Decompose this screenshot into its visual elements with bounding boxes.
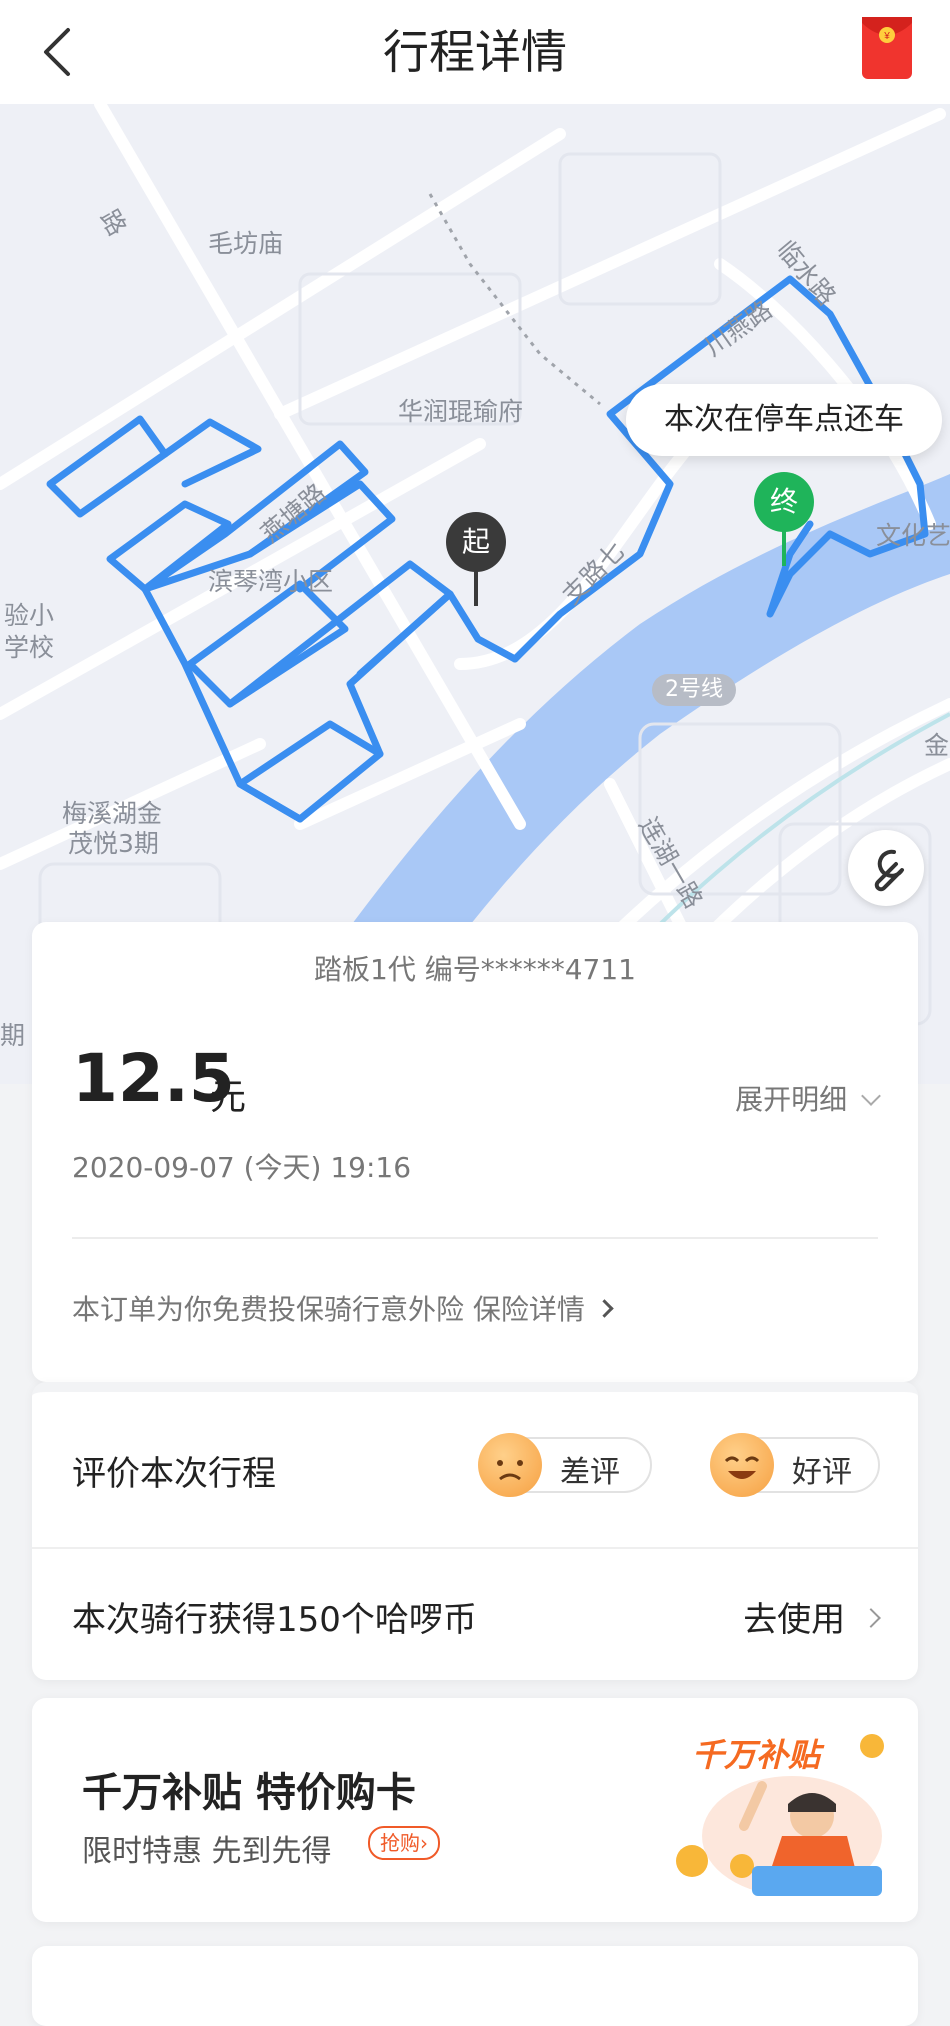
expand-details-label: 展开明细 bbox=[735, 1083, 848, 1116]
chevron-right-icon bbox=[861, 1608, 881, 1628]
bad-rating-label: 差评 bbox=[560, 1455, 620, 1490]
map-label-meixi-2: 茂悦3期 bbox=[68, 829, 159, 858]
use-coins-label: 去使用 bbox=[743, 1600, 846, 1640]
price-unit: 元 bbox=[210, 1077, 247, 1118]
map-label-qi: 期 bbox=[0, 1021, 26, 1050]
trip-summary-card: 踏板1代 编号******4711 12.5 元 展开明细 2020-09-07… bbox=[32, 922, 918, 1382]
buy-now-label: 抢购 bbox=[380, 1831, 420, 1855]
expand-details-link[interactable]: 展开明细 bbox=[735, 1078, 881, 1118]
red-packet-icon[interactable]: ¥ bbox=[862, 17, 912, 79]
promo-art-title: 千万补贴 bbox=[692, 1736, 821, 1774]
good-rating-button[interactable]: 好评 bbox=[710, 1433, 880, 1497]
divider bbox=[72, 1237, 878, 1239]
wrench-button[interactable] bbox=[848, 830, 924, 906]
start-pin: 起 bbox=[446, 512, 506, 572]
map-label-xuexiao: 学校 bbox=[4, 633, 55, 662]
divider bbox=[32, 1547, 918, 1549]
happy-face-icon bbox=[710, 1433, 774, 1497]
buy-now-badge[interactable]: 抢购› bbox=[368, 1826, 440, 1860]
wrench-icon bbox=[874, 849, 904, 892]
return-callout: 本次在停车点还车 bbox=[626, 384, 942, 456]
chevron-down-icon bbox=[861, 1086, 881, 1106]
map-label-huarun: 华润琨瑜府 bbox=[398, 397, 524, 426]
next-card bbox=[32, 1946, 918, 2026]
footpath bbox=[428, 193, 601, 406]
promo-title: 千万补贴 特价购卡 bbox=[82, 1770, 416, 1816]
coins-earned-text: 本次骑行获得150个哈啰币 bbox=[72, 1600, 477, 1640]
page-title: 行程详情 bbox=[383, 25, 567, 79]
vehicle-info: 踏板1代 编号******4711 bbox=[314, 953, 636, 986]
bad-rating-button[interactable]: 差评 bbox=[478, 1433, 652, 1497]
chevron-right-icon: › bbox=[420, 1831, 428, 1855]
top-bar: 行程详情 ¥ bbox=[0, 0, 950, 104]
map-label-maofangmiao: 毛坊庙 bbox=[208, 229, 284, 258]
sad-face-icon bbox=[478, 1433, 542, 1497]
promo-subtitle: 限时特惠 先到先得 bbox=[82, 1834, 332, 1869]
map-label-qinwan: 滨琴湾小区 bbox=[208, 567, 334, 596]
insurance-text: 本订单为你免费投保骑行意外险 保险详情 bbox=[72, 1293, 585, 1326]
rating-title: 评价本次行程 bbox=[72, 1454, 276, 1494]
metro-line-badge: 2号线 bbox=[652, 674, 736, 706]
map-label-jin: 金 bbox=[924, 731, 950, 760]
trip-time: 2020-09-07 (今天) 19:16 bbox=[72, 1151, 412, 1184]
use-coins-link[interactable]: 去使用 bbox=[743, 1592, 881, 1641]
end-pin: 终 bbox=[754, 472, 814, 532]
svg-text:¥: ¥ bbox=[883, 31, 890, 42]
map-label-yanxiao: 验小 bbox=[4, 601, 55, 630]
insurance-link[interactable]: 本订单为你免费投保骑行意外险 保险详情 bbox=[72, 1288, 614, 1328]
chevron-right-icon bbox=[595, 1299, 614, 1318]
rating-card: 评价本次行程 差评 好评 本次骑行获得150个哈啰币 去使用 bbox=[32, 1382, 918, 1680]
start-pin-stem bbox=[474, 568, 478, 606]
map-label-wenhua: 文化艺 bbox=[876, 521, 950, 550]
good-rating-label: 好评 bbox=[792, 1455, 852, 1490]
promo-illustration: 千万补贴 bbox=[652, 1716, 902, 1906]
end-pin-stem bbox=[782, 528, 786, 566]
promo-card[interactable]: 千万补贴 特价购卡 限时特惠 先到先得 抢购› 千万补贴 bbox=[32, 1698, 918, 1922]
